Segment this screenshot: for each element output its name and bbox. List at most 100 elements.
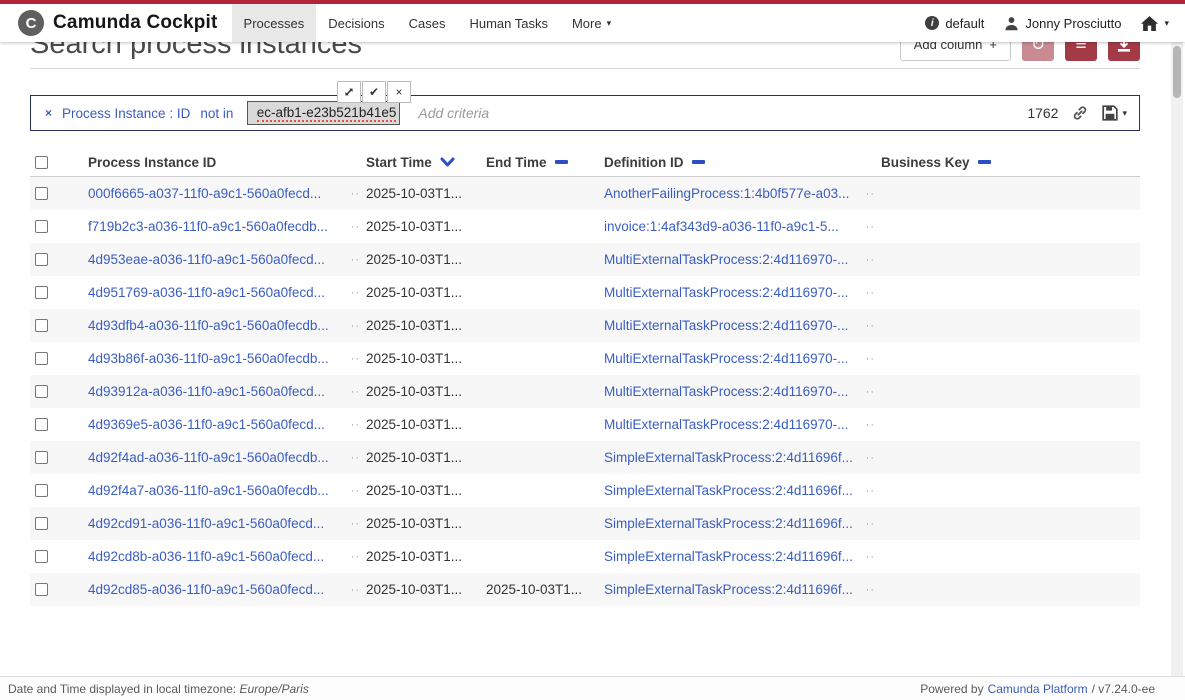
start-time-cell: 2025-10-03T1... — [366, 375, 486, 408]
row-checkbox[interactable] — [35, 550, 48, 563]
user-icon — [1004, 16, 1019, 31]
process-definition-link[interactable]: SimpleExternalTaskProcess:2:4d11696f... — [604, 582, 853, 597]
row-checkbox[interactable] — [35, 385, 48, 398]
business-key-cell — [881, 375, 1140, 408]
check-icon: ✔ — [369, 85, 379, 99]
truncation-dots-icon: ·· — [866, 254, 881, 266]
camunda-logo-icon[interactable]: C — [18, 10, 44, 36]
end-time-cell — [486, 243, 604, 276]
nav-tab-processes[interactable]: Processes — [232, 4, 317, 42]
header-end-time[interactable]: End Time — [486, 155, 604, 170]
row-checkbox[interactable] — [35, 517, 48, 530]
process-instance-link[interactable]: f719b2c3-a036-11f0-a9c1-560a0fecdb... — [88, 219, 328, 234]
process-instance-id-cell: 4d951769-a036-11f0-a9c1-560a0fecd...·· — [88, 276, 366, 309]
process-instance-link[interactable]: 4d92cd85-a036-11f0-a9c1-560a0fecd... — [88, 582, 324, 597]
row-checkbox[interactable] — [35, 286, 48, 299]
table-row: 4d93dfb4-a036-11f0-a9c1-560a0fecdb...··2… — [30, 309, 1140, 342]
copy-link-icon[interactable] — [1072, 105, 1088, 121]
process-instance-link[interactable]: 4d9369e5-a036-11f0-a9c1-560a0fecd... — [88, 417, 325, 432]
business-key-cell — [881, 474, 1140, 507]
sort-neutral-icon[interactable] — [555, 160, 568, 164]
camunda-platform-link[interactable]: Camunda Platform — [988, 682, 1088, 696]
nav-tab-human-tasks[interactable]: Human Tasks — [457, 4, 560, 42]
row-checkbox[interactable] — [35, 319, 48, 332]
sort-neutral-icon[interactable] — [692, 160, 705, 164]
process-instance-link[interactable]: 4d92f4a7-a036-11f0-a9c1-560a0fecdb... — [88, 483, 329, 498]
cancel-criteria-button[interactable]: × — [387, 81, 411, 103]
add-criteria-placeholder[interactable]: Add criteria — [418, 105, 489, 121]
business-key-cell — [881, 342, 1140, 375]
user-menu[interactable]: Jonny Prosciutto — [1004, 16, 1121, 31]
process-instance-link[interactable]: 4d93b86f-a036-11f0-a9c1-560a0fecdb... — [88, 351, 329, 366]
row-checkbox[interactable] — [35, 583, 48, 596]
row-select-cell — [30, 408, 88, 441]
timezone-note: Date and Time displayed in local timezon… — [8, 682, 309, 696]
header-definition-id[interactable]: Definition ID — [604, 155, 881, 170]
process-instance-link[interactable]: 4d93912a-a036-11f0-a9c1-560a0fecd... — [88, 384, 325, 399]
sort-neutral-icon[interactable] — [978, 160, 991, 164]
search-criteria-bar[interactable]: × Process Instance : ID not in ec-afb1-e… — [30, 95, 1140, 131]
process-definition-link[interactable]: SimpleExternalTaskProcess:2:4d11696f... — [604, 549, 853, 564]
truncation-dots-icon: ·· — [866, 452, 881, 464]
definition-id-cell: MultiExternalTaskProcess:2:4d116970-...·… — [604, 276, 881, 309]
process-instance-link[interactable]: 4d92cd91-a036-11f0-a9c1-560a0fecd... — [88, 516, 324, 531]
process-definition-link[interactable]: MultiExternalTaskProcess:2:4d116970-... — [604, 318, 848, 333]
info-icon: i — [925, 16, 939, 30]
sort-desc-icon[interactable] — [440, 157, 455, 167]
row-checkbox[interactable] — [35, 187, 48, 200]
row-checkbox[interactable] — [35, 484, 48, 497]
criteria-operator[interactable]: not in — [200, 106, 233, 121]
process-definition-link[interactable]: invoice:1:4af343d9-a036-11f0-a9c1-5... — [604, 219, 839, 234]
remove-criteria-icon[interactable]: × — [45, 106, 52, 120]
definition-id-cell: AnotherFailingProcess:1:4b0f577e-a03...·… — [604, 177, 881, 210]
criteria-field[interactable]: Process Instance : ID — [62, 106, 190, 121]
process-instance-link[interactable]: 4d953eae-a036-11f0-a9c1-560a0fecd... — [88, 252, 325, 267]
criteria-value-text: ec-afb1-e23b521b41e5 — [257, 105, 397, 122]
close-icon: × — [395, 85, 402, 99]
row-select-cell — [30, 309, 88, 342]
process-instance-link[interactable]: 000f6665-a037-11f0-a9c1-560a0fecd... — [88, 186, 321, 201]
start-time-cell: 2025-10-03T1... — [366, 210, 486, 243]
row-select-cell — [30, 210, 88, 243]
process-definition-link[interactable]: SimpleExternalTaskProcess:2:4d11696f... — [604, 516, 853, 531]
row-checkbox[interactable] — [35, 352, 48, 365]
header-business-key[interactable]: Business Key — [881, 155, 1140, 170]
table-row: f719b2c3-a036-11f0-a9c1-560a0fecdb...··2… — [30, 210, 1140, 243]
vertical-scrollbar[interactable] — [1171, 42, 1183, 700]
row-checkbox[interactable] — [35, 220, 48, 233]
process-instance-link[interactable]: 4d92f4ad-a036-11f0-a9c1-560a0fecdb... — [88, 450, 329, 465]
row-checkbox[interactable] — [35, 418, 48, 431]
process-definition-link[interactable]: MultiExternalTaskProcess:2:4d116970-... — [604, 285, 848, 300]
nav-tab-decisions[interactable]: Decisions — [316, 4, 396, 42]
process-definition-link[interactable]: SimpleExternalTaskProcess:2:4d11696f... — [604, 450, 853, 465]
nav-tab-cases[interactable]: Cases — [397, 4, 458, 42]
process-definition-link[interactable]: AnotherFailingProcess:1:4b0f577e-a03... — [604, 186, 849, 201]
engine-selector[interactable]: i default — [925, 16, 984, 31]
process-instance-link[interactable]: 4d93dfb4-a036-11f0-a9c1-560a0fecdb... — [88, 318, 329, 333]
nav-more-menu[interactable]: More ▾ — [560, 4, 623, 42]
process-definition-link[interactable]: MultiExternalTaskProcess:2:4d116970-... — [604, 351, 848, 366]
process-definition-link[interactable]: SimpleExternalTaskProcess:2:4d11696f... — [604, 483, 853, 498]
select-all-checkbox[interactable] — [35, 156, 48, 169]
title-divider — [30, 68, 1140, 69]
row-checkbox[interactable] — [35, 253, 48, 266]
process-definition-link[interactable]: MultiExternalTaskProcess:2:4d116970-... — [604, 252, 848, 267]
process-definition-link[interactable]: MultiExternalTaskProcess:2:4d116970-... — [604, 384, 848, 399]
header-start-time[interactable]: Start Time — [366, 155, 486, 170]
process-instance-link[interactable]: 4d951769-a036-11f0-a9c1-560a0fecd... — [88, 285, 325, 300]
powered-by: Powered by Camunda Platform / v7.24.0-ee — [920, 682, 1155, 696]
table-row: 4d92cd85-a036-11f0-a9c1-560a0fecd...··20… — [30, 573, 1140, 606]
business-key-cell — [881, 540, 1140, 573]
scrollbar-thumb[interactable] — [1173, 46, 1181, 98]
confirm-criteria-button[interactable]: ✔ — [362, 81, 386, 103]
end-time-cell — [486, 210, 604, 243]
save-search-button[interactable]: ▾ — [1102, 105, 1127, 121]
criteria-value-input[interactable]: ec-afb1-e23b521b41e5 — [247, 101, 400, 125]
header-process-instance-id[interactable]: Process Instance ID — [88, 155, 366, 170]
process-instance-link[interactable]: 4d92cd8b-a036-11f0-a9c1-560a0fecd... — [88, 549, 324, 564]
home-menu[interactable]: ▾ — [1141, 16, 1169, 31]
expand-editor-button[interactable] — [337, 81, 361, 103]
app-title: Camunda Cockpit — [53, 12, 218, 34]
row-checkbox[interactable] — [35, 451, 48, 464]
process-definition-link[interactable]: MultiExternalTaskProcess:2:4d116970-... — [604, 417, 848, 432]
